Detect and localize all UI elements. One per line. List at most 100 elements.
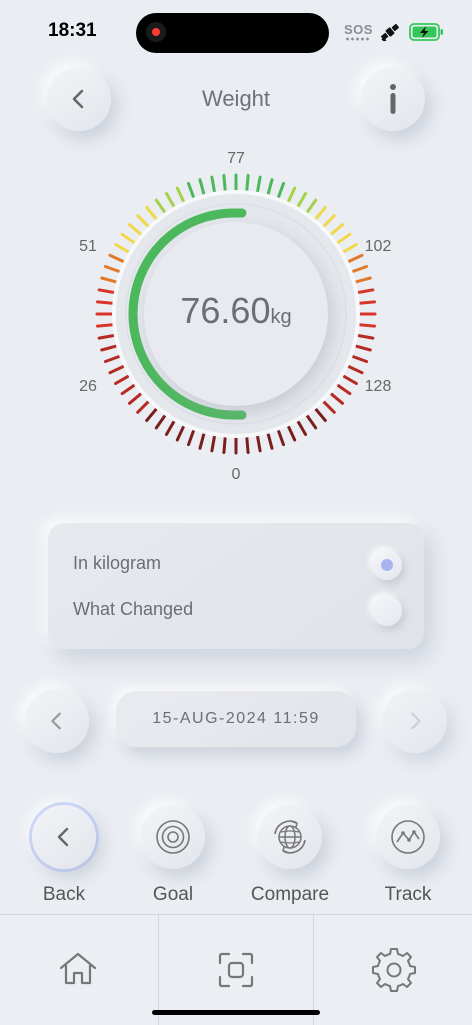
gauge-tick bbox=[286, 424, 297, 442]
gauge-tick bbox=[97, 288, 116, 294]
bottom-tab-bar bbox=[0, 914, 472, 1025]
home-icon bbox=[59, 952, 97, 985]
gauge-tick bbox=[198, 432, 206, 450]
gauge-tick bbox=[198, 178, 206, 196]
gauge-tick bbox=[120, 232, 136, 245]
tab-settings[interactable] bbox=[316, 915, 472, 1025]
gauge-tick bbox=[256, 175, 262, 194]
home-indicator bbox=[152, 1010, 320, 1015]
radio-kilogram[interactable] bbox=[372, 550, 402, 580]
gauge-tick bbox=[128, 392, 143, 405]
chevron-left-icon bbox=[51, 712, 61, 730]
gauge-tick bbox=[108, 364, 126, 375]
gauge-tick bbox=[296, 192, 307, 209]
scale-label-lower-left: 26 bbox=[79, 378, 97, 395]
weight-unit: kg bbox=[270, 306, 292, 328]
gauge-tick bbox=[266, 432, 274, 450]
gauge-tick bbox=[305, 414, 318, 430]
action-back-button[interactable] bbox=[32, 805, 96, 869]
gauge-tick bbox=[336, 232, 352, 245]
gauge-tick bbox=[245, 436, 250, 454]
gauge-tick bbox=[187, 181, 196, 199]
date-display: 15-AUG-2024 11:59 bbox=[116, 691, 356, 747]
gauge-tick bbox=[245, 174, 250, 192]
scale-label-upper-right: 102 bbox=[365, 238, 392, 255]
gauge-tick bbox=[108, 253, 126, 264]
gauge-tick bbox=[341, 374, 358, 385]
radio-what-changed[interactable] bbox=[372, 596, 402, 626]
action-label-track: Track bbox=[384, 884, 432, 905]
gauge-tick bbox=[100, 344, 118, 352]
gauge-tick bbox=[256, 434, 262, 453]
gauge-tick bbox=[187, 429, 196, 447]
gauge-tick bbox=[175, 424, 186, 442]
gauge-tick bbox=[356, 334, 375, 340]
gauge-tick bbox=[329, 392, 344, 405]
target-icon bbox=[156, 820, 190, 854]
gauge-tick bbox=[314, 206, 327, 221]
gauge-tick bbox=[128, 223, 143, 236]
gauge-tick bbox=[222, 174, 227, 192]
gauge-tick bbox=[336, 383, 352, 396]
gauge-tick bbox=[296, 419, 307, 436]
gauge-tick bbox=[322, 214, 336, 228]
scale-label-upper-left: 51 bbox=[79, 238, 97, 255]
action-label-compare: Compare bbox=[250, 884, 330, 905]
gauge-tick bbox=[341, 243, 358, 254]
gauge-tick bbox=[329, 223, 344, 236]
tab-scan[interactable] bbox=[158, 915, 314, 1025]
gauge-tick bbox=[145, 206, 158, 221]
gauge-tick bbox=[322, 400, 336, 414]
gauge-tick bbox=[351, 354, 369, 363]
action-compare-button[interactable] bbox=[258, 805, 322, 869]
gauge-tick bbox=[346, 253, 364, 264]
gauge-tick bbox=[222, 436, 227, 454]
gauge-tick bbox=[145, 407, 158, 422]
gauge-tick bbox=[175, 186, 186, 204]
options-card bbox=[48, 523, 424, 649]
action-goal-button[interactable] bbox=[141, 805, 205, 869]
gauge-tick bbox=[114, 374, 131, 385]
gauge-tick bbox=[354, 344, 372, 352]
radio-selected-dot bbox=[381, 559, 393, 571]
gauge-tick bbox=[103, 354, 121, 363]
gauge-tick bbox=[305, 198, 318, 214]
next-date-button[interactable] bbox=[383, 689, 447, 753]
scale-label-bottom: 0 bbox=[232, 466, 241, 483]
option-label-kilogram: In kilogram bbox=[73, 553, 162, 573]
gauge-tick bbox=[100, 276, 118, 284]
gauge-tick bbox=[354, 276, 372, 284]
gauge-tick bbox=[165, 192, 176, 209]
weight-gauge: 77 51 102 26 128 0 bbox=[79, 150, 392, 483]
gauge-tick bbox=[356, 288, 375, 294]
scan-icon bbox=[218, 952, 254, 988]
gauge-tick bbox=[120, 383, 136, 396]
gauge-tick bbox=[358, 323, 376, 328]
gauge-tick bbox=[136, 214, 150, 228]
gauge-tick bbox=[314, 407, 327, 422]
tab-home[interactable] bbox=[0, 915, 156, 1025]
gauge-tick bbox=[154, 414, 167, 430]
gauge-tick bbox=[346, 364, 364, 375]
previous-date-button[interactable] bbox=[25, 689, 89, 753]
gauge-tick bbox=[103, 265, 121, 274]
action-track-button[interactable] bbox=[376, 805, 440, 869]
gauge-tick bbox=[276, 181, 285, 199]
gauge-tick bbox=[154, 198, 167, 214]
gauge-tick bbox=[358, 300, 376, 305]
gauge-tick bbox=[210, 434, 216, 453]
gauge-tick bbox=[286, 186, 297, 204]
globe-sync-icon bbox=[274, 820, 306, 854]
gauge-tick bbox=[136, 400, 150, 414]
weight-number: 76.60 bbox=[180, 290, 271, 331]
gauge-tick bbox=[97, 334, 116, 340]
gauge-tick bbox=[276, 429, 285, 447]
trend-chart-icon bbox=[391, 820, 425, 854]
gauge-tick bbox=[266, 178, 274, 196]
scale-label-lower-right: 128 bbox=[365, 378, 392, 395]
gauge-tick bbox=[114, 243, 131, 254]
weight-value: 76.60kg bbox=[136, 290, 336, 332]
scale-label-top: 77 bbox=[227, 150, 245, 167]
gauge-tick bbox=[96, 300, 114, 305]
settings-gear-icon bbox=[372, 948, 416, 992]
